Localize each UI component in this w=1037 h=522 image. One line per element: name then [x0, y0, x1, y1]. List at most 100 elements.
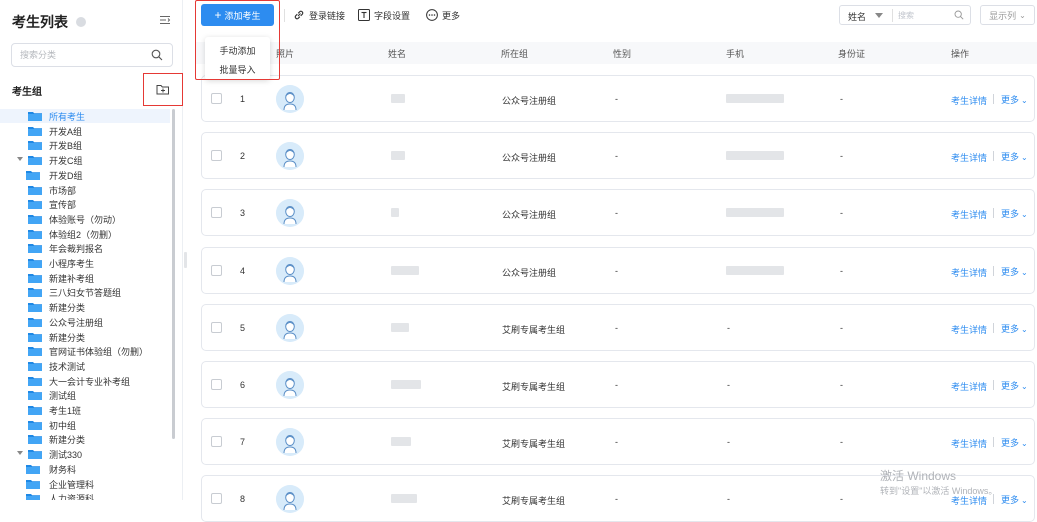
tree-item-label: 人力资源科: [49, 494, 95, 500]
avatar: [276, 371, 304, 399]
display-columns-button[interactable]: 显示列 ⌄: [980, 5, 1035, 25]
row-checkbox[interactable]: [211, 207, 222, 219]
tree-item-label: 新建分类: [49, 303, 86, 314]
header-phone: 手机: [726, 49, 745, 59]
table-row[interactable]: 4 公众号注册组 - - 考生详情 更多 ⌄: [201, 246, 1035, 294]
tree-item[interactable]: 年会裁判报名: [0, 241, 170, 255]
row-group: 公众号注册组: [502, 210, 557, 221]
tree-item[interactable]: 开发B组: [0, 138, 170, 152]
examinee-search-input[interactable]: 搜索: [898, 10, 914, 21]
table-row[interactable]: 5 艾刷专属考生组 - - - 考生详情 更多 ⌄: [201, 303, 1035, 351]
tree-item[interactable]: 初中组: [0, 418, 170, 432]
examinee-detail-link[interactable]: 考生详情: [951, 323, 987, 336]
row-more-dropdown[interactable]: 更多 ⌄: [1001, 93, 1028, 106]
panel-splitter[interactable]: [184, 252, 187, 268]
tree-item[interactable]: 开发C组: [0, 153, 170, 167]
row-checkbox[interactable]: [211, 93, 222, 104]
folder-icon: [28, 141, 42, 151]
table-row[interactable]: 6 艾刷专属考生组 - - - 考生详情 更多 ⌄: [201, 361, 1035, 408]
caret-down-icon[interactable]: [875, 13, 883, 18]
tree-item[interactable]: 企业管理科: [0, 477, 170, 491]
field-settings-button[interactable]: 字段设置: [358, 7, 410, 23]
login-link-button[interactable]: 登录链接: [293, 7, 345, 23]
avatar: [276, 428, 304, 457]
sidebar-scrollbar[interactable]: [172, 109, 175, 439]
tree-item[interactable]: 新建补考组: [0, 271, 170, 285]
row-idcard: -: [840, 265, 843, 276]
tree-item[interactable]: 体验账号（勿动）: [0, 212, 170, 226]
examinee-detail-link[interactable]: 考生详情: [951, 151, 987, 164]
tree-item[interactable]: 公众号注册组: [0, 315, 170, 329]
row-checkbox[interactable]: [211, 379, 222, 390]
tree-item[interactable]: 新建分类: [0, 432, 170, 446]
tree-item[interactable]: 开发A组: [0, 124, 170, 138]
tree-item[interactable]: 小程序考生: [0, 256, 170, 270]
tree-item[interactable]: 所有考生: [0, 109, 170, 123]
collapse-sidebar-icon[interactable]: [159, 14, 171, 26]
examinee-detail-link[interactable]: 考生详情: [951, 94, 987, 107]
category-search-input[interactable]: [12, 44, 158, 66]
tree-item[interactable]: 新建分类: [0, 300, 170, 314]
row-checkbox[interactable]: [211, 493, 222, 505]
add-group-button[interactable]: [143, 73, 183, 106]
table-row[interactable]: 3 公众号注册组 - - 考生详情 更多 ⌄: [201, 189, 1035, 237]
examinee-detail-link[interactable]: 考生详情: [951, 437, 987, 450]
row-more-dropdown[interactable]: 更多 ⌄: [1001, 379, 1028, 392]
tree-item[interactable]: 三八妇女节答题组: [0, 285, 170, 299]
table-row[interactable]: 2 公众号注册组 - - 考生详情 更多 ⌄: [201, 132, 1035, 180]
text-field-icon: [358, 9, 370, 21]
caret-down-icon[interactable]: [16, 155, 24, 163]
examinee-detail-link[interactable]: 考生详情: [951, 208, 987, 221]
search-icon[interactable]: [954, 10, 964, 20]
folder-icon: [26, 464, 40, 474]
row-index: 8: [240, 494, 246, 505]
table-header: 照片 姓名 所在组 性别 手机 身份证 操作: [195, 42, 1037, 64]
caret-down-icon[interactable]: [16, 449, 24, 457]
person-avatar-icon: [276, 313, 304, 342]
person-avatar-icon: [276, 371, 304, 399]
tree-item[interactable]: 人力资源科: [0, 491, 170, 500]
tree-item[interactable]: 市场部: [0, 183, 170, 197]
tree-item[interactable]: 财务科: [0, 462, 170, 476]
tree-item[interactable]: 测试330: [0, 447, 170, 461]
tree-item[interactable]: 宣传部: [0, 197, 170, 211]
person-avatar-icon: [276, 85, 304, 113]
help-icon[interactable]: [76, 17, 86, 27]
chevron-down-icon: ⌄: [1021, 496, 1028, 506]
row-checkbox[interactable]: [211, 264, 222, 276]
category-search[interactable]: [11, 43, 173, 67]
more-actions-button[interactable]: 更多: [426, 7, 460, 23]
folder-icon: [28, 303, 42, 313]
row-more-dropdown[interactable]: 更多 ⌄: [1001, 207, 1028, 220]
display-columns-label: 显示列: [989, 10, 1017, 21]
row-group: 艾刷专属考生组: [502, 439, 566, 450]
tree-item[interactable]: 测试组: [0, 388, 170, 402]
tree-item[interactable]: 新建分类: [0, 330, 170, 344]
chevron-down-icon: ⌄: [1019, 10, 1026, 20]
tree-item[interactable]: 体验组2（勿删）: [0, 227, 170, 241]
header-actions: 操作: [951, 49, 970, 59]
login-link-label: 登录链接: [309, 10, 346, 21]
examinee-detail-link[interactable]: 考生详情: [951, 380, 987, 393]
search-field-select[interactable]: 姓名: [848, 10, 866, 23]
row-more-label: 更多: [1001, 209, 1020, 220]
tree-item[interactable]: 技术测试: [0, 359, 170, 373]
row-more-dropdown[interactable]: 更多 ⌄: [1001, 265, 1028, 278]
table-row[interactable]: 1 公众号注册组 - - 考生详情 更多 ⌄: [201, 75, 1035, 122]
tree-item[interactable]: 考生1班: [0, 403, 170, 417]
examinee-detail-link[interactable]: 考生详情: [951, 266, 987, 279]
row-more-dropdown[interactable]: 更多 ⌄: [1001, 436, 1028, 449]
search-icon[interactable]: [151, 49, 163, 61]
row-checkbox[interactable]: [211, 436, 222, 448]
row-more-dropdown[interactable]: 更多 ⌄: [1001, 150, 1028, 163]
tree-item[interactable]: 开发D组: [0, 168, 170, 182]
examinee-search[interactable]: 姓名 搜索: [839, 5, 971, 25]
tree-item[interactable]: 大一会计专业补考组: [0, 374, 170, 388]
table-row[interactable]: 7 艾刷专属考生组 - - - 考生详情 更多 ⌄: [201, 418, 1035, 466]
row-checkbox[interactable]: [211, 321, 222, 333]
row-more-dropdown[interactable]: 更多 ⌄: [1001, 322, 1028, 335]
redacted-phone: [726, 94, 784, 103]
tree-item[interactable]: 官网证书体验组（勿删）: [0, 344, 170, 358]
row-checkbox[interactable]: [211, 150, 222, 162]
tree-item-label: 开发C组: [49, 156, 83, 167]
